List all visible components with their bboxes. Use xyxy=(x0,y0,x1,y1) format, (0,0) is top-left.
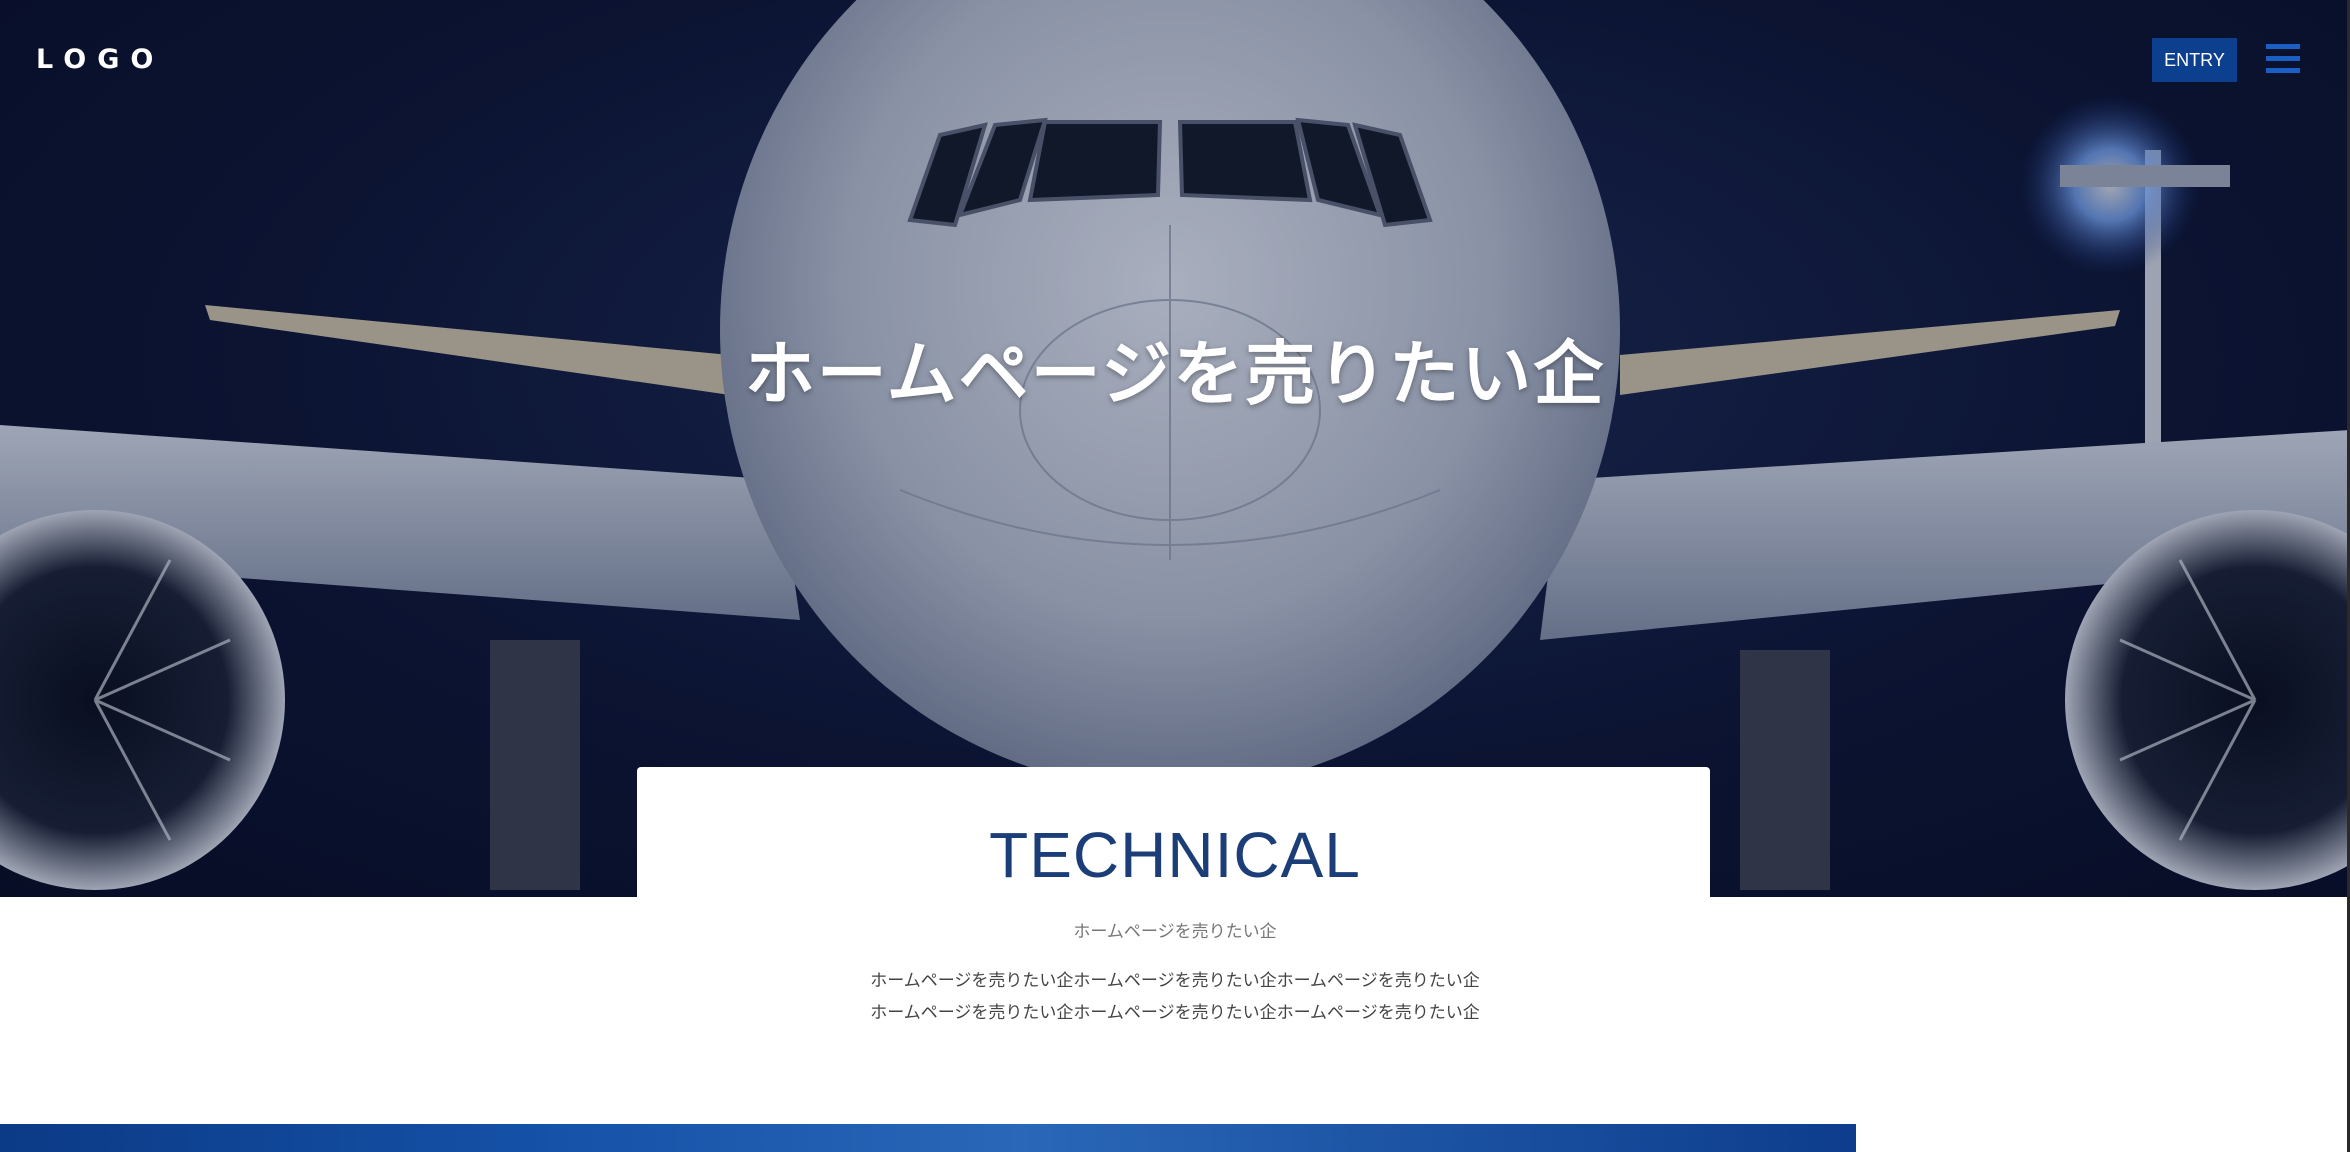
entry-button[interactable]: ENTRY xyxy=(2152,38,2237,82)
hero-title: ホームページを売りたい企 xyxy=(744,333,1606,415)
airplane-hero-image xyxy=(0,0,2350,897)
menu-bar xyxy=(2266,68,2300,73)
hamburger-menu-icon[interactable] xyxy=(2266,42,2302,76)
menu-bar xyxy=(2266,44,2300,49)
section-heading: TECHNICAL xyxy=(989,819,1361,891)
body-line: ホームページを売りたい企ホームページを売りたい企ホームページを売りたい企 xyxy=(870,971,1480,991)
section-body: ホームページを売りたい企ホームページを売りたい企ホームページを売りたい企 ホーム… xyxy=(0,965,2350,1029)
site-logo[interactable]: LOGO xyxy=(36,44,164,75)
body-line: ホームページを売りたい企ホームページを売りたい企ホームページを売りたい企 xyxy=(870,1003,1480,1023)
hero-section: LOGO ENTRY ホームページを売りたい企 xyxy=(0,0,2350,897)
menu-bar xyxy=(2266,56,2300,61)
next-section-banner xyxy=(0,1124,1856,1152)
section-subheading: ホームページを売りたい企 xyxy=(1073,922,1277,942)
